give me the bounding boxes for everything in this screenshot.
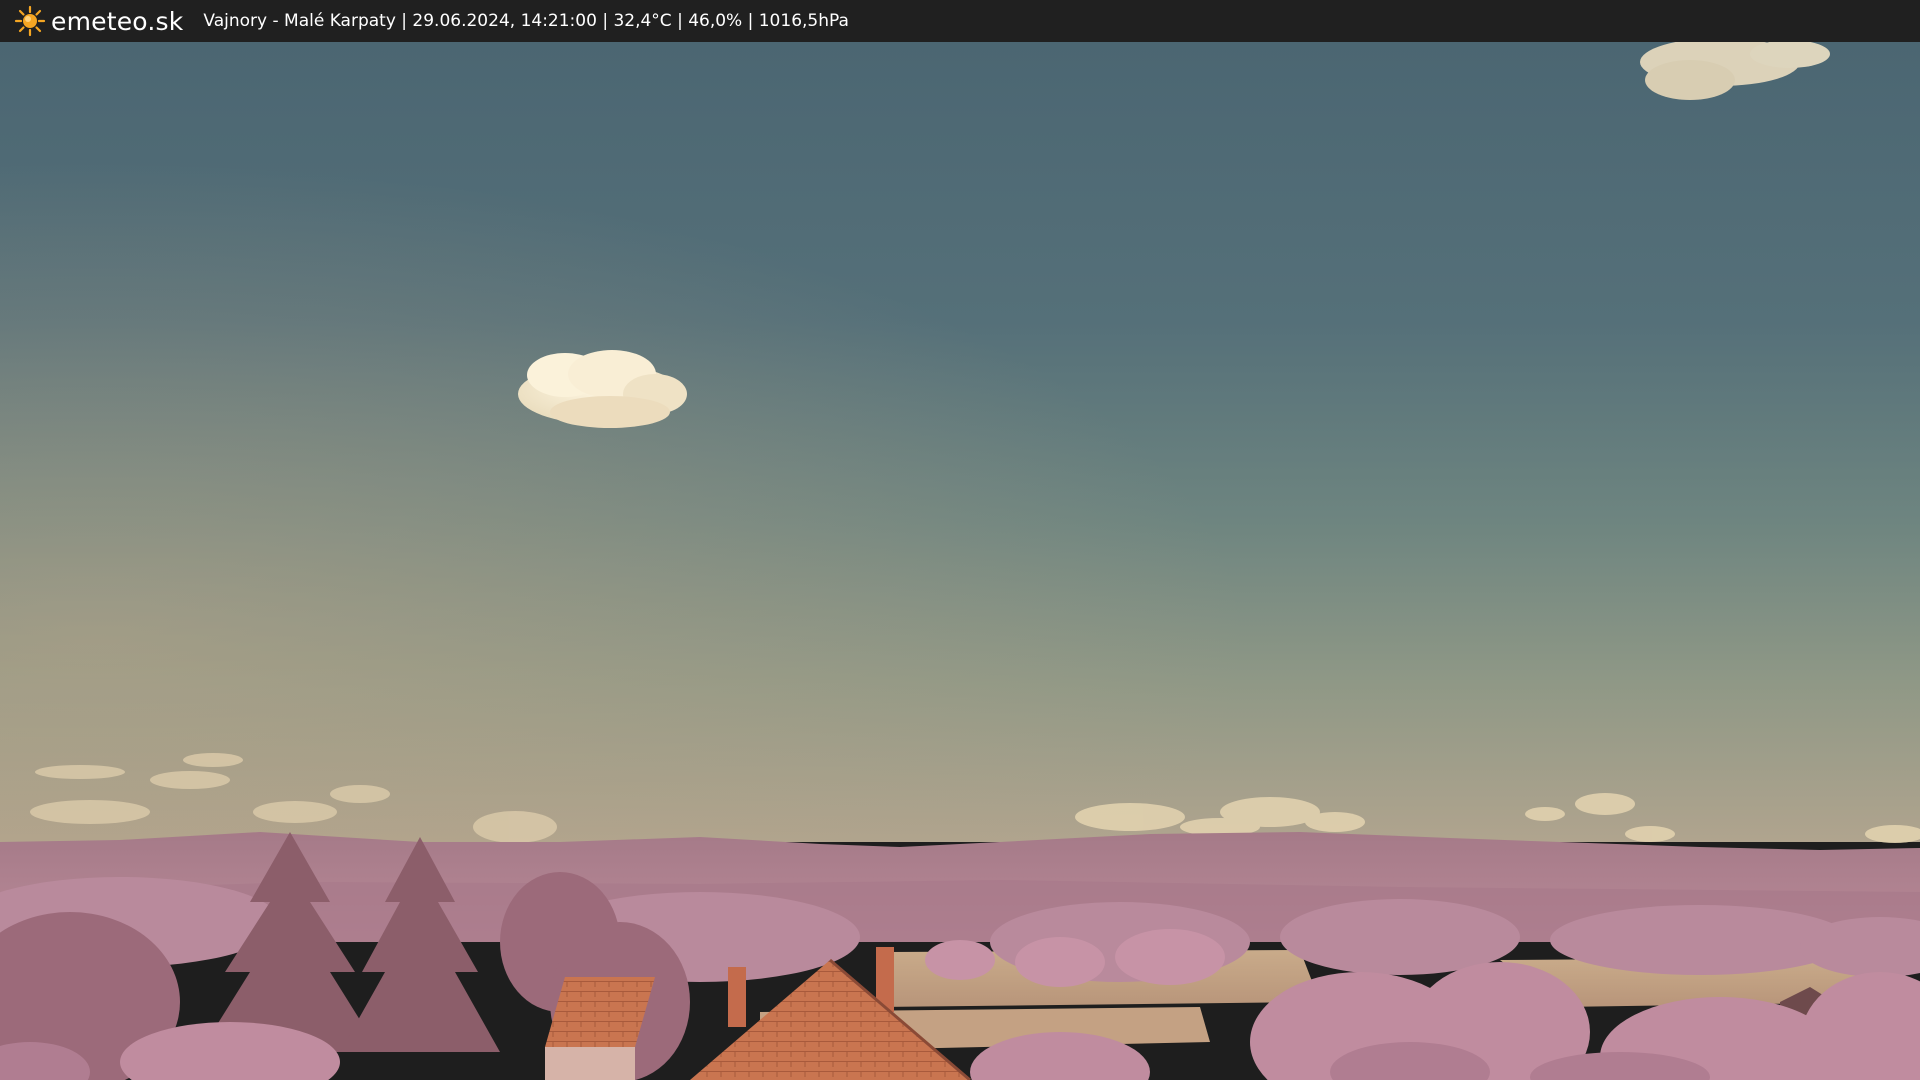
sun-icon [14, 5, 46, 37]
brand-name[interactable]: emeteo.sk [51, 7, 183, 36]
webcam-frame: emeteo.sk Vajnory - Malé Karpaty | 29.06… [0, 0, 1920, 1080]
station-caption: Vajnory - Malé Karpaty | 29.06.2024, 14:… [203, 11, 849, 31]
caption-bar: emeteo.sk Vajnory - Malé Karpaty | 29.06… [0, 0, 1920, 42]
brand-logo[interactable]: emeteo.sk [14, 5, 183, 37]
webcam-image [0, 42, 1920, 1080]
